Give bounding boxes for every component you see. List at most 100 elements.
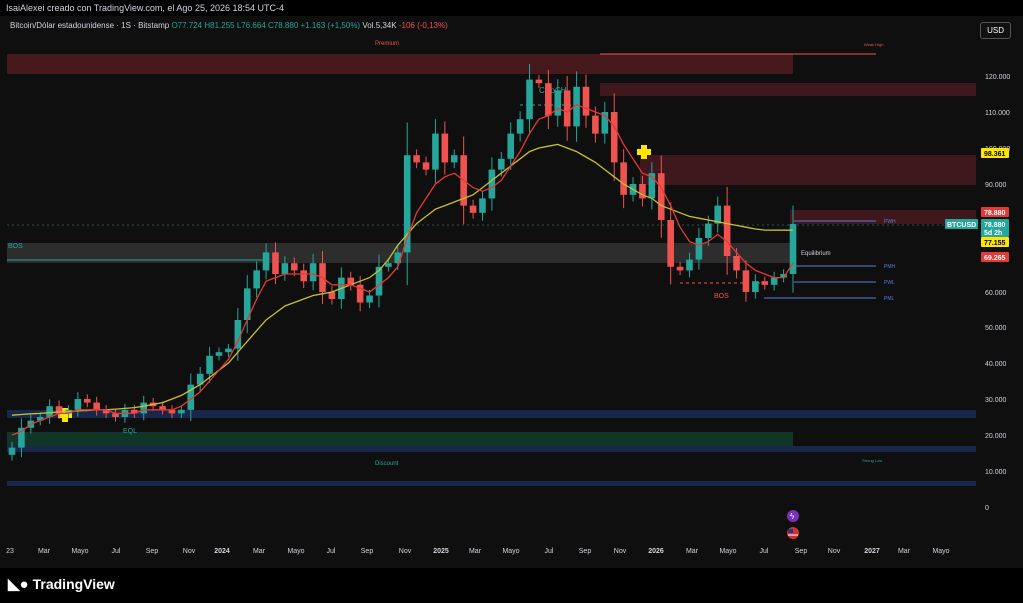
candle-body xyxy=(432,133,439,170)
pml-label: PML xyxy=(884,296,895,302)
moving-averages-group xyxy=(11,104,794,436)
candle-body xyxy=(507,133,515,159)
x-tick-label: Jul xyxy=(112,548,121,555)
y-tick-label: 50.000 xyxy=(985,325,1007,332)
candle-body xyxy=(695,238,703,260)
x-tick-label: 2026 xyxy=(648,548,664,555)
x-tick-label: Nov xyxy=(614,548,627,555)
candle-body xyxy=(535,79,543,84)
x-tick-label: 2025 xyxy=(433,548,449,555)
ema-fast-line xyxy=(11,104,794,436)
candle-body xyxy=(93,402,100,410)
candle-body xyxy=(582,86,590,116)
y-tick-label: 20.000 xyxy=(985,433,1007,440)
candle-body xyxy=(526,79,533,120)
us-flag-icon[interactable] xyxy=(787,527,799,539)
candle-body xyxy=(290,263,298,271)
price-tag: 78.880 xyxy=(984,210,1006,217)
candle-body xyxy=(676,266,684,271)
weak-high-label: Weak High xyxy=(864,42,884,47)
candle-body xyxy=(178,409,185,414)
candle-body xyxy=(46,406,53,417)
pmh-label: PMH xyxy=(884,264,896,270)
x-tick-label: 2027 xyxy=(864,548,880,555)
candle-body xyxy=(140,402,148,414)
x-tick-label: Mar xyxy=(898,548,911,555)
y-tick-label: 40.000 xyxy=(985,361,1007,368)
x-tick-label: Sep xyxy=(579,548,592,555)
price-tag: 5d 2h xyxy=(984,230,1002,237)
candle-body xyxy=(206,355,213,374)
x-tick-label: Jul xyxy=(545,548,554,555)
y-tick-label: 110.000 xyxy=(985,110,1010,117)
candle-body xyxy=(385,263,392,267)
x-tick-label: Mar xyxy=(686,548,699,555)
x-tick-label: Sep xyxy=(146,548,159,555)
candle-body xyxy=(657,173,665,220)
x-tick-label: Jul xyxy=(327,548,336,555)
premium-label: Premium xyxy=(375,41,399,47)
footer xyxy=(0,568,1023,603)
candle-body xyxy=(705,223,712,238)
ticker-tag: BTCUSD xyxy=(947,222,976,229)
candle-body xyxy=(723,205,731,256)
candle-body xyxy=(563,90,571,127)
candle-body xyxy=(545,83,552,116)
eql-label: EQL xyxy=(123,428,137,435)
blue-zone-upper xyxy=(7,410,976,418)
candle-body xyxy=(74,399,82,410)
discount-label: Discount xyxy=(375,461,399,467)
supply-zone-upper xyxy=(600,83,976,96)
candle-body xyxy=(422,162,430,170)
candle-body xyxy=(309,263,317,282)
supply-zone-mid xyxy=(640,155,976,185)
flash-icon[interactable]: ϟ xyxy=(787,510,799,522)
x-tick-label: Mayo xyxy=(719,548,736,555)
blue-zone-lower xyxy=(7,446,976,452)
bos-label: BOS xyxy=(714,293,729,300)
candle-body xyxy=(225,348,232,353)
y-tick-label: 10.000 xyxy=(985,469,1007,476)
ema-slow-line xyxy=(11,143,793,416)
x-tick-label: Mar xyxy=(469,548,482,555)
candle-body xyxy=(253,270,260,289)
price-axis[interactable]: 0 10.000 20.000 30.000 40.000 50.000 60.000 90.… xyxy=(985,74,1010,512)
candle-body xyxy=(667,220,674,267)
x-tick-label: 2024 xyxy=(214,548,230,555)
x-tick-label: Nov xyxy=(399,548,412,555)
candle-body xyxy=(761,281,769,285)
candle-body xyxy=(262,252,270,271)
candle-body xyxy=(300,270,307,282)
price-tag: 69.265 xyxy=(984,255,1006,262)
tradingview-logo[interactable]: ◣● TradingView xyxy=(8,575,115,593)
candle-body xyxy=(752,281,759,292)
candle-body xyxy=(686,259,693,271)
x-tick-label: Jul xyxy=(760,548,769,555)
brand-name: TradingView xyxy=(32,576,115,592)
time-axis[interactable]: 23 Mar Mayo Jul Sep Nov 2024 Mar Mayo Jul Sep Nov 20… xyxy=(6,548,950,555)
x-tick-label: Nov xyxy=(828,548,841,555)
x-tick-label: Mayo xyxy=(502,548,519,555)
tradingview-mark-icon: ◣● xyxy=(8,576,29,593)
candle-body xyxy=(83,399,91,403)
price-chart-svg[interactable]: Premium Weak High CHoCH BOS Equilibrium … xyxy=(0,0,1023,603)
equilibrium-label: Equilibrium xyxy=(801,251,831,257)
x-tick-label: Mayo xyxy=(287,548,304,555)
x-tick-label: Mayo xyxy=(932,548,949,555)
y-tick-label: 0 xyxy=(985,505,989,512)
candle-body xyxy=(554,90,562,116)
candle-body xyxy=(488,169,496,199)
candle-body xyxy=(469,205,477,213)
candle-body xyxy=(234,320,242,349)
candle-body xyxy=(516,119,524,134)
candle-body xyxy=(281,263,289,274)
x-tick-label: Mar xyxy=(38,548,51,555)
strong-low-label: Strong Low xyxy=(862,458,882,463)
candle-body xyxy=(441,133,449,163)
candle-body xyxy=(215,352,223,356)
choch-label: CHoCH xyxy=(539,86,567,95)
candle-body xyxy=(366,295,373,303)
candle-body xyxy=(272,252,279,274)
x-tick-label: Sep xyxy=(795,548,808,555)
candle-body xyxy=(498,158,505,170)
